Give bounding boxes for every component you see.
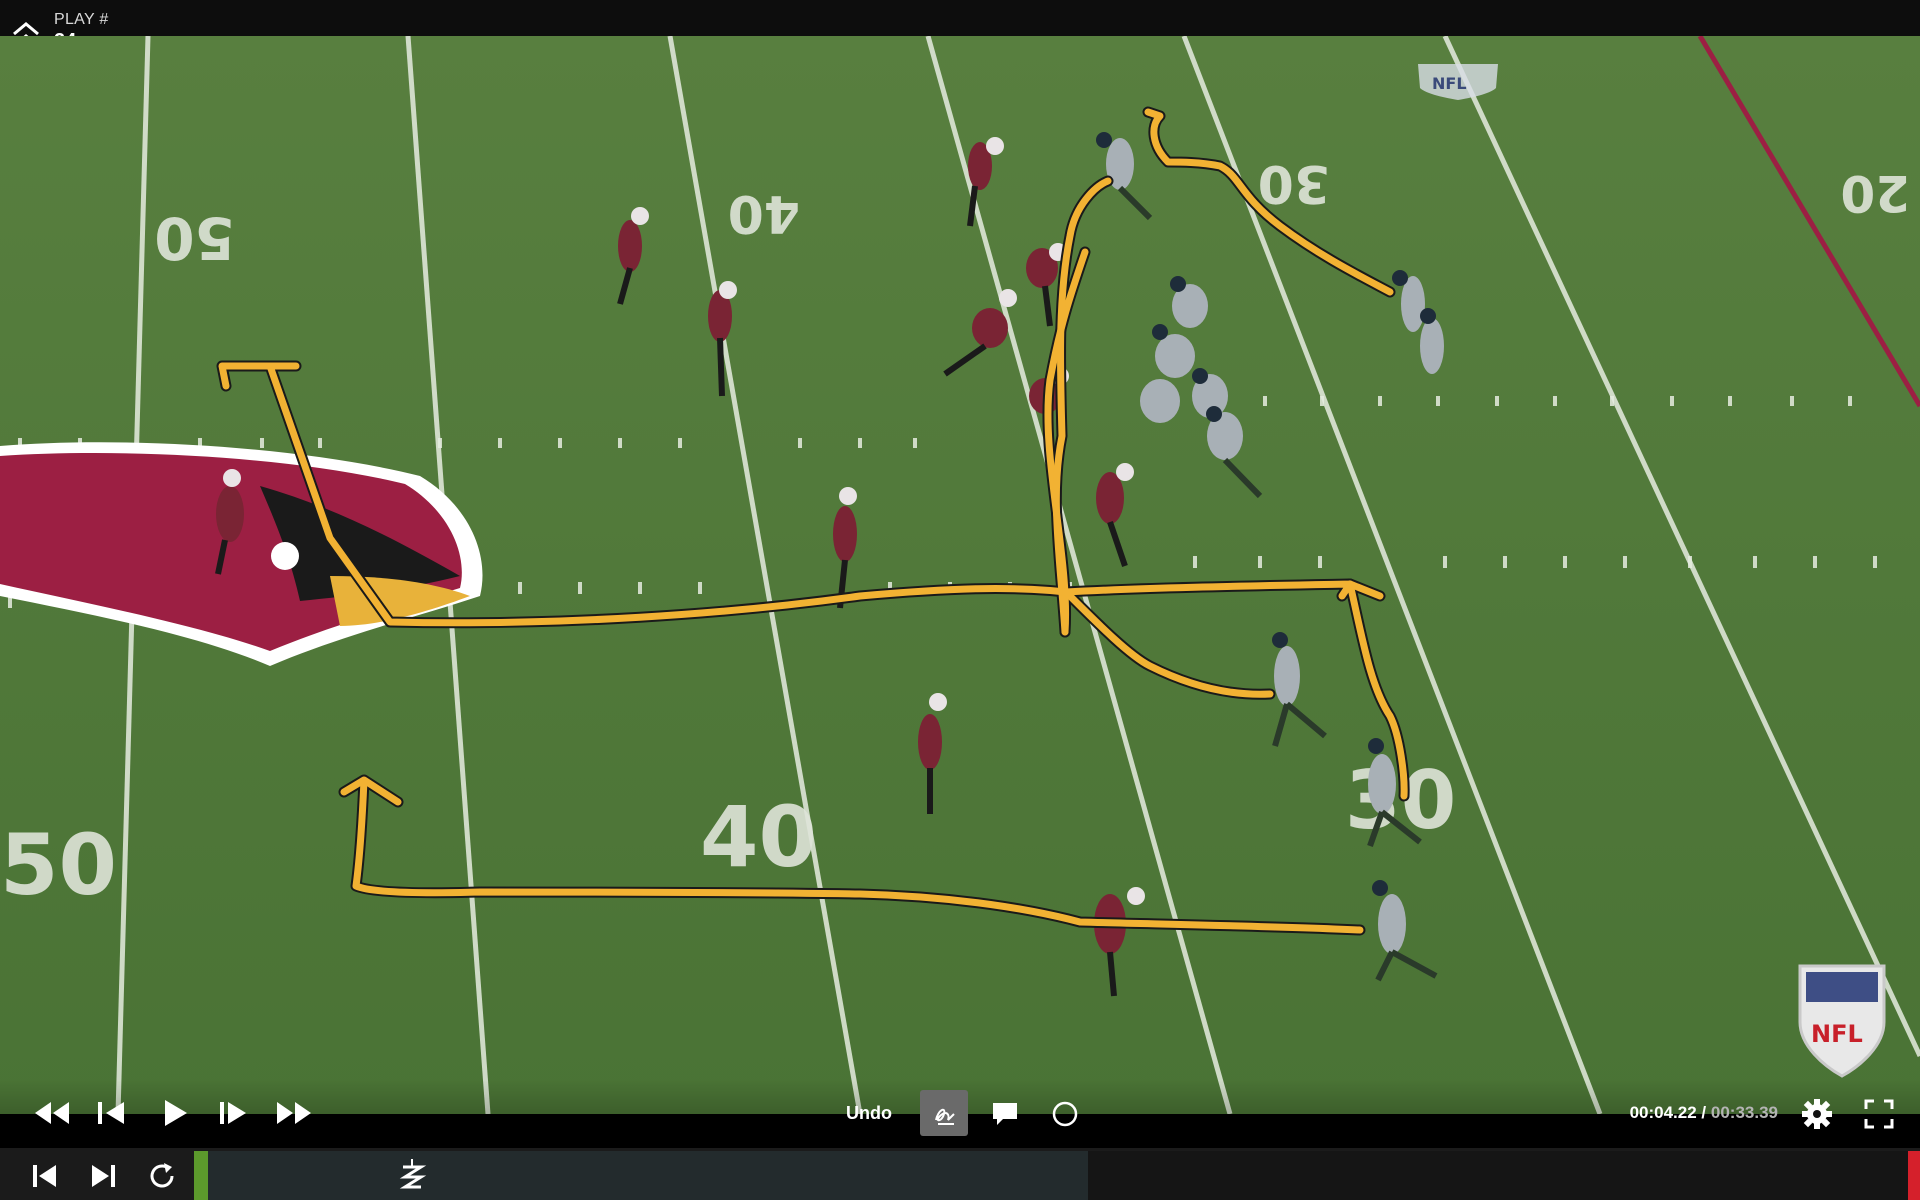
fullscreen-icon[interactable]: [1862, 1098, 1896, 1130]
skip-to-end-icon[interactable]: [88, 1162, 120, 1190]
timeline-start-marker[interactable]: [194, 1151, 208, 1200]
circle-tool-icon[interactable]: [1050, 1100, 1080, 1128]
field-number: 50: [154, 204, 235, 272]
nfl-watermark-text: NFL: [1811, 1020, 1863, 1048]
top-bar: PLAY # 24: [0, 0, 1920, 52]
fast-forward-icon[interactable]: [274, 1098, 314, 1128]
duration: 00:33.39: [1710, 1103, 1778, 1122]
step-back-icon[interactable]: [94, 1098, 128, 1128]
field-number: 40: [728, 183, 800, 243]
time-separator: /: [1696, 1103, 1711, 1122]
field-number: 20: [1840, 164, 1910, 222]
field-number: 50: [0, 816, 117, 914]
freehand-draw-icon[interactable]: [920, 1090, 968, 1136]
svg-text:NFL: NFL: [1432, 74, 1467, 93]
football-field: 50 40 30 20 50 40 30 NFL NFL: [0, 36, 1920, 1114]
settings-icon[interactable]: [1800, 1098, 1834, 1130]
rewind-icon[interactable]: [32, 1098, 72, 1128]
field-number: 40: [700, 788, 817, 886]
undo-button[interactable]: Undo: [846, 1103, 892, 1124]
video-player[interactable]: 50 40 30 20 50 40 30 NFL NFL: [0, 36, 1920, 1114]
play-icon[interactable]: [158, 1096, 192, 1130]
replay-icon[interactable]: [146, 1160, 180, 1192]
time-display: 00:04.22 / 00:33.39: [1630, 1103, 1778, 1123]
play-label: PLAY #: [54, 11, 109, 28]
step-forward-icon[interactable]: [216, 1098, 250, 1128]
timeline-remaining: [1088, 1151, 1908, 1200]
comment-icon[interactable]: [990, 1100, 1020, 1128]
skip-to-start-icon[interactable]: [28, 1162, 60, 1190]
clip-timeline[interactable]: [194, 1151, 1088, 1200]
telestrator-marker-icon[interactable]: [394, 1156, 430, 1196]
field-number: 30: [1258, 153, 1330, 213]
timeline-end-marker[interactable]: [1908, 1151, 1920, 1200]
current-time: 00:04.22: [1629, 1103, 1697, 1122]
